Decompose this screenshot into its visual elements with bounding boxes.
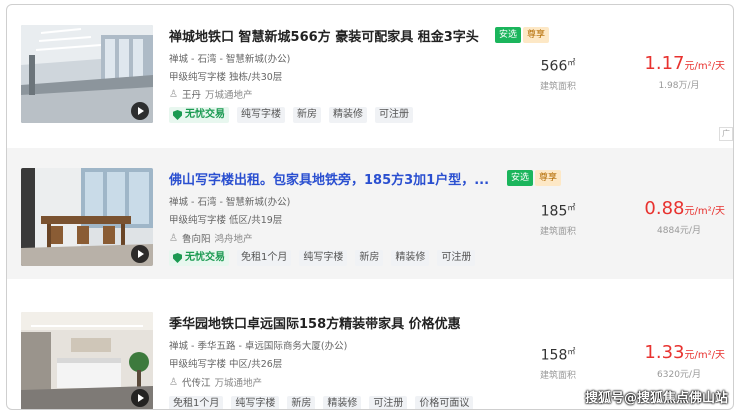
safe-trade-tag: 无忧交易 <box>169 250 229 266</box>
agent-company: 鸿舟地产 <box>214 234 253 245</box>
feature-tag: 可注册 <box>369 396 408 409</box>
area-block: 185㎡ 建筑面积 <box>523 202 593 237</box>
listing-details: 甲级纯写字楼 中区/共26层 <box>169 359 283 370</box>
area-label: 建筑面积 <box>539 370 576 381</box>
agent-name: 代传江 <box>181 378 211 389</box>
listing-title[interactable]: 佛山写字楼出租。包家具地铁旁，185方3加1户型，... <box>169 169 489 188</box>
area-block: 158㎡ 建筑面积 <box>523 346 593 381</box>
listing-location: 禅城 - 石湾 - 智慧新城(办公) <box>169 197 291 208</box>
listing-location: 禅城 - 季华五路 - 卓远国际商务大厦(办公) <box>169 341 348 352</box>
play-icon[interactable] <box>131 389 149 407</box>
feature-tag: 可注册 <box>437 250 476 266</box>
listing-panel: 禅城地铁口 智慧新城566方 豪装可配家具 租金3字头 安选 尊享 禅城 - 石… <box>6 4 734 410</box>
agent-name: 鲁向阳 <box>181 234 211 245</box>
feature-tag: 纯写字楼 <box>237 107 285 123</box>
listing-photo[interactable] <box>21 168 153 266</box>
side-ad-marker[interactable]: 广 <box>719 127 733 141</box>
feature-tags: 免租1个月 纯写字楼 新房 精装修 可注册 价格可面议 <box>169 396 474 409</box>
feature-tag: 纯写字楼 <box>299 250 348 266</box>
listing-photo[interactable] <box>21 312 153 409</box>
feature-tags: 无忧交易 免租1个月 纯写字楼 新房 精装修 可注册 <box>169 250 476 266</box>
listing-title[interactable]: 禅城地铁口 智慧新城566方 豪装可配家具 租金3字头 <box>169 26 479 45</box>
listing-card[interactable]: 禅城地铁口 智慧新城566方 豪装可配家具 租金3字头 安选 尊享 禅城 - 石… <box>7 5 733 136</box>
feature-tag: 精装修 <box>323 396 362 409</box>
price-block: 1.17元/m²/天 1.98万/月 <box>613 53 725 91</box>
shield-icon <box>173 110 182 120</box>
anxuan-badge: 安选 <box>507 170 534 186</box>
area-label: 建筑面积 <box>539 81 576 92</box>
listing-details: 甲级纯写字楼 低区/共19层 <box>169 215 283 226</box>
area-value: 185㎡ <box>540 203 576 220</box>
listing-photo[interactable] <box>21 25 153 123</box>
listing-card[interactable]: 佛山写字楼出租。包家具地铁旁，185方3加1户型，... 安选 尊享 禅城 - … <box>7 148 733 279</box>
monthly-rent: 6320元/月 <box>657 370 701 380</box>
feature-tag: 纯写字楼 <box>231 396 280 409</box>
price-value: 1.33元/m²/天 <box>644 342 725 363</box>
area-value: 158㎡ <box>540 347 576 364</box>
safe-trade-tag: 无忧交易 <box>169 107 229 123</box>
price-value: 1.17元/m²/天 <box>644 53 725 74</box>
listing-location: 禅城 - 石湾 - 智慧新城(办公) <box>169 54 291 65</box>
feature-tag: 新房 <box>293 107 321 123</box>
anxuan-badge: 安选 <box>495 27 522 43</box>
feature-tag: 精装修 <box>391 250 430 266</box>
feature-tag: 新房 <box>287 396 316 409</box>
feature-tag: 免租1个月 <box>237 250 292 266</box>
feature-tag: 免租1个月 <box>169 396 224 409</box>
area-label: 建筑面积 <box>539 226 576 237</box>
feature-tags: 无忧交易 纯写字楼 新房 精装修 可注册 <box>169 107 413 123</box>
person-icon: ♙ <box>169 376 178 388</box>
price-block: 1.33元/m²/天 6320元/月 <box>613 342 725 380</box>
agent-company: 万城通地产 <box>204 90 253 101</box>
listing-agent: ♙ 王丹 万城通地产 <box>169 87 253 102</box>
price-block: 0.88元/m²/天 4884元/月 <box>613 198 725 236</box>
monthly-rent: 1.98万/月 <box>658 81 700 91</box>
feature-tag: 新房 <box>355 250 384 266</box>
watermark-text: 搜狐号@搜狐焦点佛山站 <box>584 391 728 406</box>
area-block: 566㎡ 建筑面积 <box>523 57 593 92</box>
shield-icon <box>173 253 182 263</box>
feature-tag: 可注册 <box>375 107 413 123</box>
feature-tag: 精装修 <box>329 107 367 123</box>
listing-details: 甲级纯写字楼 独栋/共30层 <box>169 72 283 83</box>
feature-tag: 价格可面议 <box>415 396 474 409</box>
person-icon: ♙ <box>169 232 178 244</box>
listing-agent: ♙ 代传江 万城通地产 <box>169 375 262 390</box>
listing-agent: ♙ 鲁向阳 鸿舟地产 <box>169 231 253 246</box>
agent-company: 万城通地产 <box>214 378 262 389</box>
zunxiang-badge: 尊享 <box>535 170 562 186</box>
play-icon[interactable] <box>131 245 149 263</box>
zunxiang-badge: 尊享 <box>523 27 550 43</box>
agent-name: 王丹 <box>181 90 201 101</box>
person-icon: ♙ <box>169 88 178 100</box>
monthly-rent: 4884元/月 <box>657 226 701 236</box>
play-icon[interactable] <box>131 102 149 120</box>
price-value: 0.88元/m²/天 <box>644 198 725 219</box>
listing-title[interactable]: 季华园地铁口卓远国际158方精装带家具 价格优惠 <box>169 313 461 332</box>
area-value: 566㎡ <box>540 58 576 75</box>
